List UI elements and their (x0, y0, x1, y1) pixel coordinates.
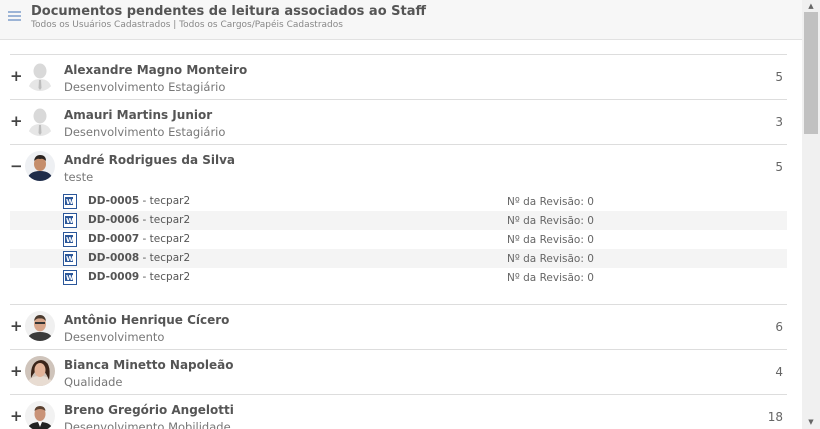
pending-count: 5 (775, 70, 783, 84)
document-name[interactable]: DD-0007 - tecpar2 (88, 233, 190, 245)
scroll-down-arrow-icon[interactable]: ▼ (802, 415, 820, 429)
pending-count: 5 (775, 160, 783, 174)
staff-name: Amauri Martins Junior (64, 108, 213, 122)
staff-row[interactable]: + Antônio Henrique Cícero Desenvolviment… (10, 305, 787, 350)
default-avatar-icon (25, 61, 55, 91)
staff-row[interactable]: + Bianca Minetto Napoleão Qualidade 4 (10, 350, 787, 395)
staff-list: + Alexandre Magno Monteiro Desenvolvimen… (10, 54, 787, 429)
document-row[interactable]: W DD-0008 - tecpar2 Nº da Revisão: 0 (10, 249, 787, 268)
staff-row-expanded[interactable]: − André Rodrigues da Silva teste 5 W DD-… (10, 145, 787, 305)
scrollbar-thumb[interactable] (804, 12, 818, 134)
word-document-icon: W (63, 251, 77, 266)
document-row[interactable]: W DD-0007 - tecpar2 Nº da Revisão: 0 (10, 230, 787, 249)
photo-avatar (25, 151, 55, 181)
staff-row[interactable]: + Alexandre Magno Monteiro Desenvolvimen… (10, 55, 787, 100)
revision-number: Nº da Revisão: 0 (507, 234, 594, 246)
revision-number: Nº da Revisão: 0 (507, 253, 594, 265)
staff-row[interactable]: + Amauri Martins Junior Desenvolvimento … (10, 100, 787, 145)
word-document-icon: W (63, 194, 77, 209)
svg-text:W: W (66, 274, 74, 282)
staff-role: Desenvolvimento (64, 330, 165, 344)
pending-count: 3 (775, 115, 783, 129)
staff-name: Breno Gregório Angelotti (64, 403, 234, 417)
staff-role: teste (64, 170, 94, 184)
svg-text:W: W (66, 236, 74, 244)
word-document-icon: W (63, 270, 77, 285)
word-document-icon: W (63, 213, 77, 228)
document-name[interactable]: DD-0008 - tecpar2 (88, 252, 190, 264)
page-subtitle: Todos os Usuários Cadastrados | Todos os… (31, 20, 343, 30)
revision-number: Nº da Revisão: 0 (507, 272, 594, 284)
svg-text:W: W (66, 198, 74, 206)
scroll-up-arrow-icon[interactable]: ▲ (802, 0, 820, 12)
staff-role: Desenvolvimento Mobilidade (64, 420, 231, 429)
staff-name: Bianca Minetto Napoleão (64, 358, 234, 372)
photo-avatar (25, 401, 55, 429)
collapse-icon[interactable]: − (10, 159, 23, 174)
staff-role: Desenvolvimento Estagiário (64, 80, 226, 94)
staff-name: André Rodrigues da Silva (64, 153, 236, 167)
document-name[interactable]: DD-0005 - tecpar2 (88, 195, 190, 207)
page-title: Documentos pendentes de leitura associad… (31, 4, 427, 19)
photo-avatar (25, 311, 55, 341)
staff-row[interactable]: + Breno Gregório Angelotti Desenvolvimen… (10, 395, 787, 429)
pending-count: 4 (775, 365, 783, 379)
vertical-scrollbar[interactable]: ▲ ▼ (802, 0, 820, 429)
document-row[interactable]: W DD-0006 - tecpar2 Nº da Revisão: 0 (10, 211, 787, 230)
document-row[interactable]: W DD-0005 - tecpar2 Nº da Revisão: 0 (10, 192, 787, 211)
expand-icon[interactable]: + (10, 319, 23, 334)
hamburger-menu-icon[interactable] (8, 11, 21, 22)
document-name[interactable]: DD-0006 - tecpar2 (88, 214, 190, 226)
svg-text:W: W (66, 217, 74, 225)
expand-icon[interactable]: + (10, 409, 23, 424)
expand-icon[interactable]: + (10, 364, 23, 379)
staff-name: Antônio Henrique Cícero (64, 313, 230, 327)
pending-count: 6 (775, 320, 783, 334)
word-document-icon: W (63, 232, 77, 247)
expand-icon[interactable]: + (10, 114, 23, 129)
staff-role: Qualidade (64, 375, 123, 389)
default-avatar-icon (25, 106, 55, 136)
document-list: W DD-0005 - tecpar2 Nº da Revisão: 0 W D… (10, 192, 787, 287)
expand-icon[interactable]: + (10, 69, 23, 84)
revision-number: Nº da Revisão: 0 (507, 196, 594, 208)
staff-role: Desenvolvimento Estagiário (64, 125, 226, 139)
staff-name: Alexandre Magno Monteiro (64, 63, 248, 77)
page-header: Documentos pendentes de leitura associad… (0, 0, 802, 40)
document-row[interactable]: W DD-0009 - tecpar2 Nº da Revisão: 0 (10, 268, 787, 287)
pending-count: 18 (767, 410, 783, 424)
svg-text:W: W (66, 255, 74, 263)
photo-avatar (25, 356, 55, 386)
revision-number: Nº da Revisão: 0 (507, 215, 594, 227)
document-name[interactable]: DD-0009 - tecpar2 (88, 271, 190, 283)
